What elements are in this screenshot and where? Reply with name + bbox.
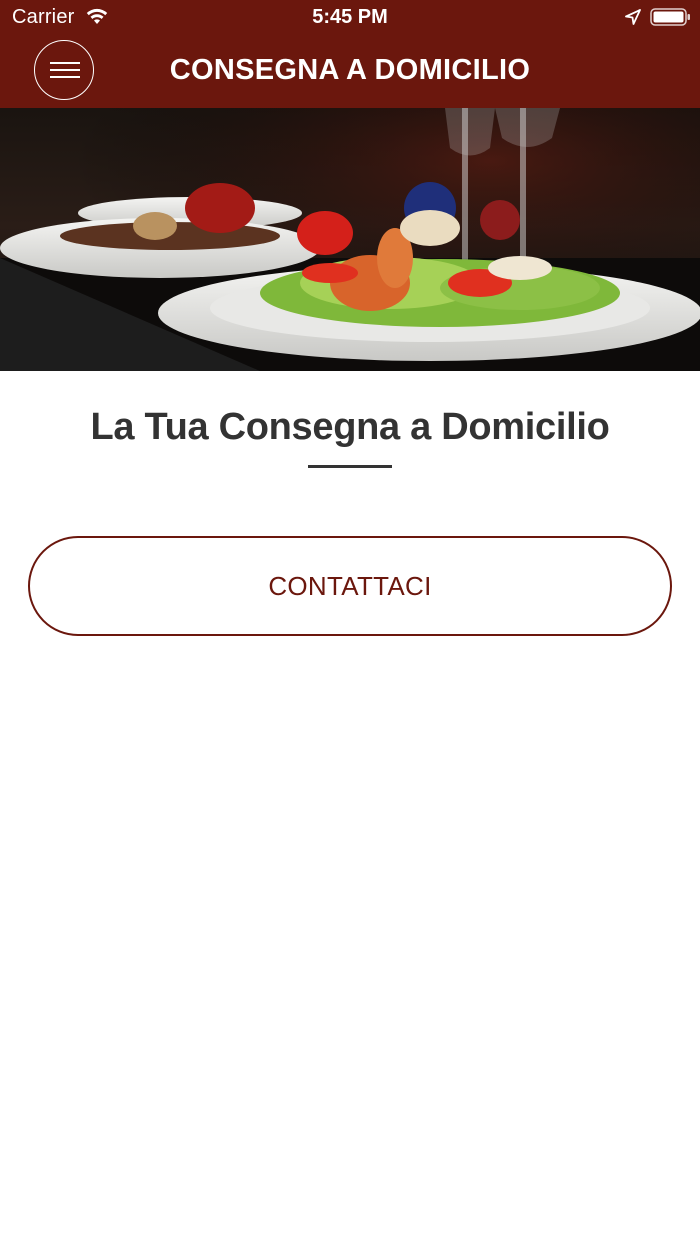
location-arrow-icon	[624, 8, 642, 26]
app-header: CONSEGNA A DOMICILIO	[0, 36, 700, 108]
app-screen: Carrier 5:45 PM CONSEGNA A DOMICILIO La …	[0, 0, 700, 1244]
status-time: 5:45 PM	[312, 6, 388, 28]
page-title: CONSEGNA A DOMICILIO	[169, 54, 531, 86]
contact-button[interactable]: CONTATTACI	[28, 536, 672, 636]
title-underline-divider	[308, 465, 392, 468]
top-bar: Carrier 5:45 PM CONSEGNA A DOMICILIO	[0, 0, 700, 108]
section-title: La Tua Consegna a Domicilio	[90, 406, 610, 448]
battery-icon	[650, 7, 692, 27]
status-bar: Carrier 5:45 PM	[0, 0, 700, 36]
hero-food-image	[0, 108, 700, 371]
